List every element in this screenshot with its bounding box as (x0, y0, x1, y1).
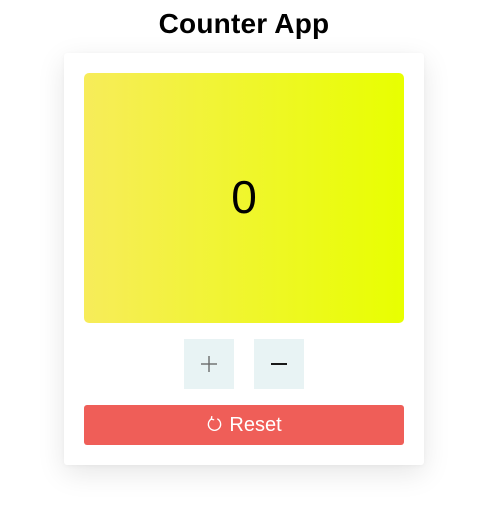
increment-button[interactable] (184, 339, 234, 389)
minus-icon (270, 355, 288, 373)
plus-icon (200, 355, 218, 373)
page-title: Counter App (158, 8, 330, 39)
decrement-button[interactable] (254, 339, 304, 389)
page: Counter App 0 Reset (0, 0, 483, 519)
refresh-icon (206, 415, 223, 433)
reset-label: Reset (229, 413, 282, 436)
reset-button[interactable]: Reset (84, 405, 404, 445)
counter-value: 0 (231, 171, 257, 223)
counter-card: 0 Reset (64, 53, 424, 465)
counter-display: 0 (84, 73, 404, 323)
